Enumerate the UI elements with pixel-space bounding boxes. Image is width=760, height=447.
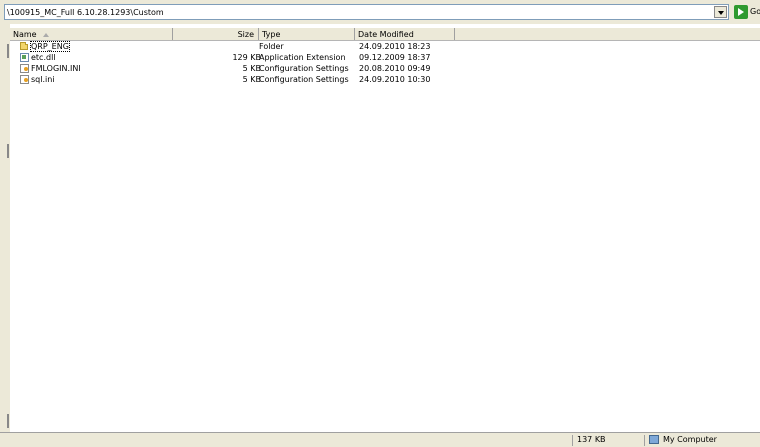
file-size: 5 KB: [242, 64, 261, 73]
dll-icon: [20, 53, 29, 62]
file-type: Configuration Settings: [259, 64, 349, 73]
sort-ascending-icon: [42, 32, 49, 37]
column-type-label: Type: [262, 30, 281, 39]
file-date: 24.09.2010 18:23: [359, 42, 431, 51]
ini-icon: [20, 75, 29, 84]
column-size-label: Size: [237, 30, 254, 39]
address-input[interactable]: \100915_MC_Full 6.10.28.1293\Custom: [4, 4, 729, 20]
status-zone: My Computer: [644, 435, 760, 446]
go-label: Go: [750, 7, 760, 16]
computer-icon: [649, 435, 659, 444]
file-name: QRP_ENG: [30, 41, 70, 52]
column-header: Name Size Type Date Modified: [10, 28, 760, 41]
splitter-grip: [7, 414, 9, 428]
file-size: [173, 42, 261, 53]
file-name: sql.ini: [31, 75, 55, 84]
file-type: Configuration Settings: [259, 75, 349, 84]
column-name-label: Name: [13, 30, 37, 39]
column-date-label: Date Modified: [358, 30, 414, 39]
file-row[interactable]: sql.ini 5 KB Configuration Settings 24.0…: [10, 75, 760, 86]
file-rows: QRP_ENG Folder 24.09.2010 18:23 etc.dll …: [10, 41, 760, 86]
folder-icon: [20, 42, 28, 50]
file-size: 129 KB: [232, 53, 261, 62]
splitter-grip: [7, 44, 9, 58]
file-name: etc.dll: [31, 53, 56, 62]
file-date: 24.09.2010 10:30: [359, 75, 431, 84]
address-bar: \100915_MC_Full 6.10.28.1293\Custom Go: [0, 0, 760, 24]
file-size: 5 KB: [242, 75, 261, 84]
file-row[interactable]: etc.dll 129 KB Application Extension 09.…: [10, 53, 760, 64]
go-button[interactable]: Go: [734, 4, 760, 20]
list-empty-area[interactable]: [10, 408, 760, 432]
go-arrow-icon: [734, 5, 748, 19]
address-path: \100915_MC_Full 6.10.28.1293\Custom: [7, 8, 164, 17]
file-name-cell: FMLOGIN.INI: [20, 64, 170, 75]
column-header-type[interactable]: Type: [259, 28, 355, 40]
status-total-size: 137 KB: [572, 435, 649, 446]
column-header-date[interactable]: Date Modified: [355, 28, 455, 40]
file-name-cell: etc.dll: [20, 53, 170, 64]
ini-icon: [20, 64, 29, 73]
file-name-cell: sql.ini: [20, 75, 170, 86]
column-header-name[interactable]: Name: [10, 28, 173, 40]
column-header-size[interactable]: Size: [173, 28, 259, 40]
file-row[interactable]: QRP_ENG Folder 24.09.2010 18:23: [10, 41, 760, 53]
file-type: Application Extension: [259, 53, 346, 62]
file-date: 20.08.2010 09:49: [359, 64, 431, 73]
file-date: 09.12.2009 18:37: [359, 53, 431, 62]
splitter-grip: [7, 144, 9, 158]
file-name: FMLOGIN.INI: [31, 64, 81, 73]
status-zone-label: My Computer: [663, 435, 717, 444]
file-list[interactable]: Name Size Type Date Modified QRP_ENG Fol…: [10, 24, 760, 432]
address-dropdown-button[interactable]: [714, 6, 727, 18]
file-row[interactable]: FMLOGIN.INI 5 KB Configuration Settings …: [10, 64, 760, 75]
status-bar: 137 KB My Computer: [0, 432, 760, 447]
file-type: Folder: [259, 42, 284, 51]
file-name-cell: QRP_ENG: [20, 41, 170, 53]
